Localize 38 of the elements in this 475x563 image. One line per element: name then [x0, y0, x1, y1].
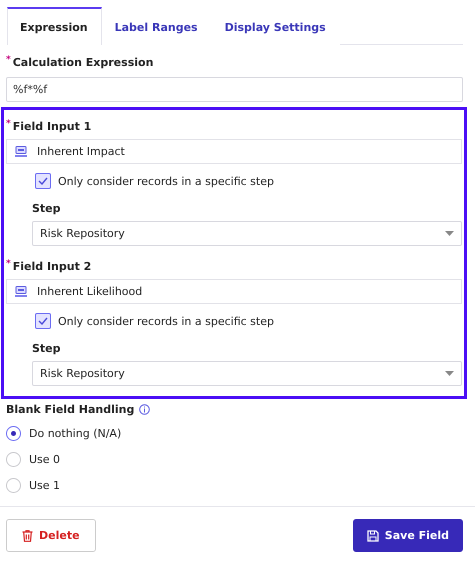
delete-button[interactable]: Delete	[6, 519, 96, 552]
required-asterisk: *	[6, 120, 11, 128]
caret-icon	[445, 231, 454, 236]
section-label: Blank Field Handling	[6, 403, 134, 416]
step-label: Step	[32, 202, 62, 215]
expression-field[interactable]: %f*%f	[6, 77, 463, 102]
checkbox-label: Only consider records in a specific step	[58, 314, 274, 328]
tab[interactable]: Label Ranges	[102, 7, 212, 45]
trash-icon	[22, 530, 33, 542]
radio-dot-icon	[11, 430, 16, 436]
monitor-icon	[15, 286, 27, 297]
step-dropdown[interactable]: Risk Repository	[32, 361, 462, 386]
checkmark-icon	[38, 317, 48, 325]
checkmark-icon	[38, 177, 48, 185]
radio-label: Use 1	[29, 478, 60, 492]
monitor-icon	[15, 146, 27, 157]
caret-icon	[445, 371, 454, 376]
field-selector[interactable]: Inherent Likelihood	[6, 279, 462, 304]
field-label: Calculation Expression	[12, 56, 154, 69]
info-icon[interactable]	[139, 404, 150, 415]
step-label: Step	[32, 342, 62, 355]
save-icon	[366, 530, 379, 542]
checkbox[interactable]	[35, 173, 51, 189]
field-label: Field Input 2	[12, 260, 92, 273]
radio-label: Do nothing (N/A)	[29, 426, 122, 440]
checkbox-label: Only consider records in a specific step	[58, 174, 274, 188]
tab[interactable]: Expression	[7, 7, 102, 45]
radio-button[interactable]	[6, 426, 21, 440]
required-asterisk: *	[6, 56, 11, 64]
field-label: Field Input 1	[12, 120, 92, 133]
field-selector[interactable]: Inherent Impact	[6, 139, 462, 164]
radio-button[interactable]	[6, 452, 21, 466]
required-asterisk: *	[6, 260, 11, 268]
radio-label: Use 0	[29, 452, 60, 466]
step-dropdown[interactable]: Risk Repository	[32, 221, 462, 246]
save-button[interactable]: Save Field	[352, 519, 463, 552]
radio-button[interactable]	[6, 478, 21, 492]
checkbox[interactable]	[35, 313, 51, 329]
